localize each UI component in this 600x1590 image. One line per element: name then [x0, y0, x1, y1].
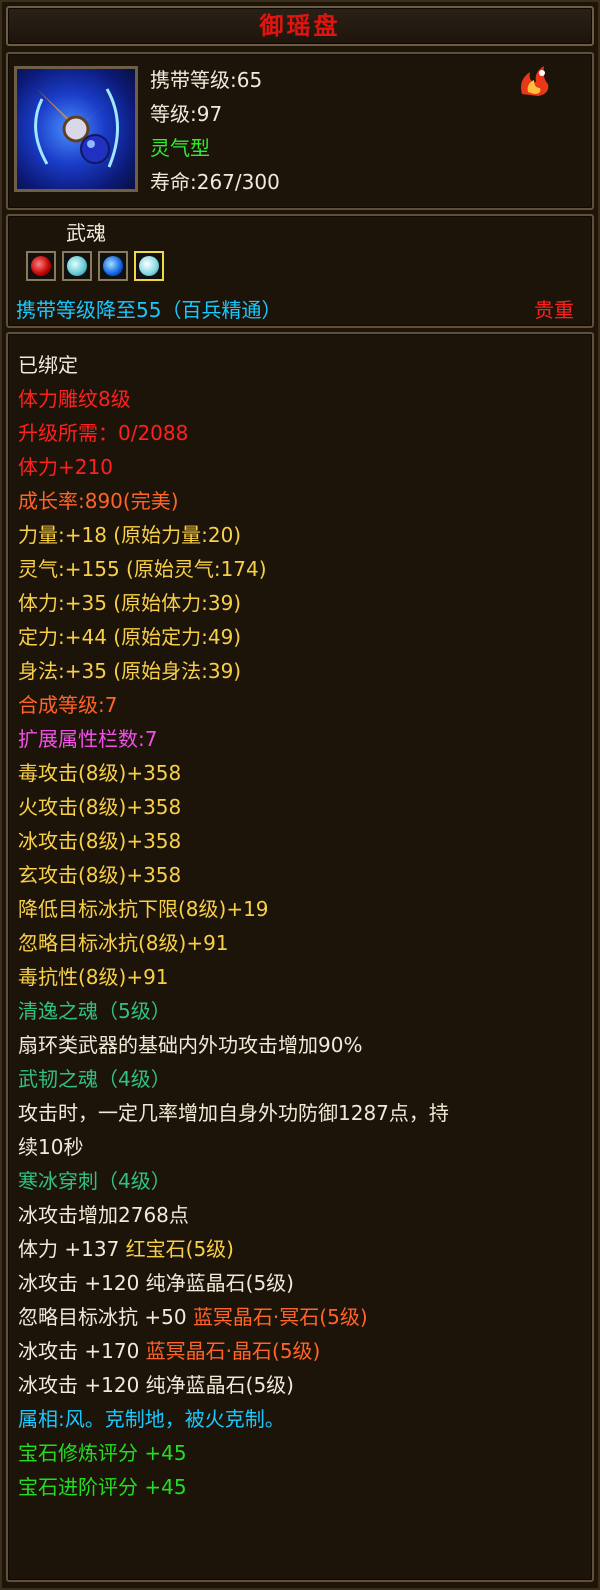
blue-soul-gem-icon[interactable]	[98, 251, 128, 281]
teal-soul-gem-selected-icon[interactable]	[134, 251, 164, 281]
red-soul-gem-icon[interactable]	[26, 251, 56, 281]
item-tooltip: 御瑶盘 携带等级:65 等级:97 灵气型 寿命:267/300 武魂 携带等级…	[0, 0, 600, 1590]
attr-line: 身法:+35 (原始身法:39)	[18, 659, 242, 683]
teal-soul-gem-icon[interactable]	[62, 251, 92, 281]
attr-line: 体力雕纹8级	[18, 387, 131, 411]
item-lifespan: 寿命:267/300	[150, 170, 280, 194]
item-title: 御瑶盘	[259, 12, 341, 40]
soul-skill-desc: 扇环类武器的基础内外功攻击增加90%	[18, 1033, 363, 1057]
attr-line: 灵气:+155 (原始灵气:174)	[18, 557, 267, 581]
attr-line: 扩展属性栏数:7	[18, 727, 158, 751]
attr-line: 成长率:890(完美)	[18, 489, 179, 513]
bind-status: 已绑定	[18, 353, 78, 377]
carry-level: 携带等级:65	[150, 68, 263, 92]
attr-line: 毒抗性(8级)+91	[18, 965, 169, 989]
item-type: 灵气型	[150, 136, 210, 160]
gem-advance-score: 宝石进阶评分 +45	[18, 1475, 187, 1499]
carry-level-reduce: 携带等级降至55（百兵精通）	[16, 298, 282, 322]
attr-line: 定力:+44 (原始定力:49)	[18, 625, 242, 649]
attribute-list: 已绑定 体力雕纹8级 升级所需：0/2088 体力+210 成长率:890(完美…	[18, 348, 449, 1504]
attr-line: 忽略目标冰抗(8级)+91	[18, 931, 229, 955]
attr-line: 合成等级:7	[18, 693, 118, 717]
flame-emblem-icon	[516, 64, 552, 98]
gem-line: 冰攻击 +170 蓝冥晶石·晶石(5级)	[18, 1339, 321, 1363]
element-affinity: 属相:风。克制地，被火克制。	[18, 1407, 285, 1431]
gem-refine-score: 宝石修炼评分 +45	[18, 1441, 187, 1465]
attr-line: 体力+210	[18, 455, 113, 479]
attr-line: 玄攻击(8级)+358	[18, 863, 182, 887]
gem-line: 冰攻击 +120 纯净蓝晶石(5级)	[18, 1271, 294, 1295]
soul-skill-desc: 续10秒	[18, 1135, 84, 1159]
gem-line: 体力 +137 红宝石(5级)	[18, 1237, 234, 1261]
attr-line: 冰攻击(8级)+358	[18, 829, 182, 853]
title-bar: 御瑶盘	[6, 6, 594, 46]
soul-skill-name: 武韧之魂（4级）	[18, 1067, 171, 1091]
attr-line: 火攻击(8级)+358	[18, 795, 182, 819]
soul-skill-name: 寒冰穿刺（4级）	[18, 1169, 171, 1193]
attr-line: 体力:+35 (原始体力:39)	[18, 591, 242, 615]
attr-line: 毒攻击(8级)+358	[18, 761, 182, 785]
attr-line: 降低目标冰抗下限(8级)+19	[18, 897, 269, 921]
attr-line: 力量:+18 (原始力量:20)	[18, 523, 242, 547]
gem-line: 忽略目标冰抗 +50 蓝冥晶石·冥石(5级)	[18, 1305, 368, 1329]
gem-line: 冰攻击 +120 纯净蓝晶石(5级)	[18, 1373, 294, 1397]
soul-skill-desc: 攻击时，一定几率增加自身外功防御1287点，持	[18, 1101, 449, 1125]
soul-skill-name: 清逸之魂（5级）	[18, 999, 171, 1023]
attr-line: 升级所需：0/2088	[18, 421, 189, 445]
soul-skill-desc: 冰攻击增加2768点	[18, 1203, 189, 1227]
soul-label: 武魂	[66, 221, 106, 245]
fan-ring-weapon-icon[interactable]	[14, 66, 138, 192]
rarity-label: 贵重	[534, 298, 574, 322]
item-level: 等级:97	[150, 102, 223, 126]
